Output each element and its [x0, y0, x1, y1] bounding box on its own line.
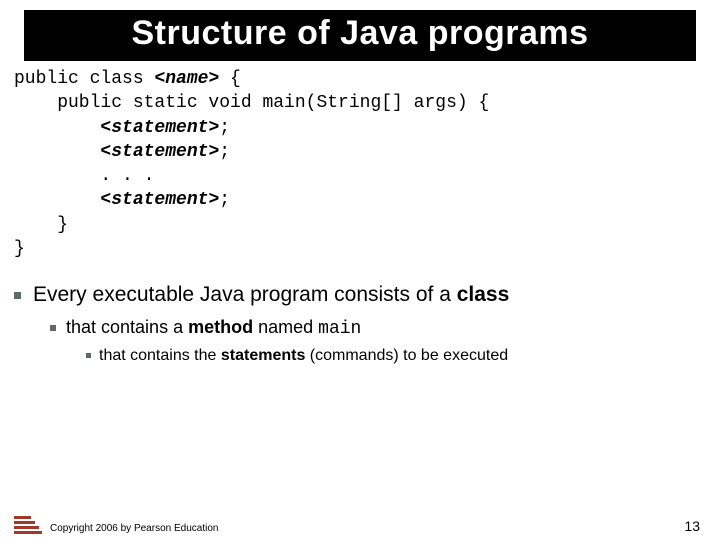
- slide: Structure of Java programs public class …: [0, 10, 720, 540]
- code-l6: <statement>;: [14, 190, 230, 210]
- copyright-text: Copyright 2006 by Pearson Education: [50, 523, 218, 534]
- bullet-icon: [50, 325, 56, 331]
- slide-title: Structure of Java programs: [34, 14, 686, 53]
- code-l5: . . .: [14, 166, 154, 186]
- code-l3: <statement>;: [14, 118, 230, 138]
- bullet2-text: that contains a method named main: [66, 317, 361, 339]
- footer-left: Copyright 2006 by Pearson Education: [14, 512, 218, 534]
- footer: Copyright 2006 by Pearson Education 13: [0, 512, 720, 534]
- bullet1-text: Every executable Java program consists o…: [33, 283, 509, 307]
- logo-stripes-icon: [14, 512, 42, 534]
- bullet-level1: Every executable Java program consists o…: [14, 283, 706, 307]
- page-number: 13: [684, 518, 700, 534]
- bullet-level3: that contains the statements (commands) …: [86, 347, 706, 365]
- code-l7: }: [14, 215, 68, 235]
- code-l2: public static void main(String[] args) {: [14, 93, 489, 113]
- bullet-list: Every executable Java program consists o…: [14, 283, 706, 365]
- code-l8: }: [14, 239, 25, 259]
- code-block: public class <name> { public static void…: [14, 67, 706, 261]
- bullet-icon: [14, 292, 21, 299]
- title-bar: Structure of Java programs: [24, 10, 696, 61]
- bullet3-text: that contains the statements (commands) …: [99, 347, 508, 365]
- code-l4: <statement>;: [14, 142, 230, 162]
- bullet-level2: that contains a method named main: [50, 317, 706, 339]
- bullet-icon: [86, 353, 91, 358]
- code-l1: public class <name> {: [14, 69, 241, 89]
